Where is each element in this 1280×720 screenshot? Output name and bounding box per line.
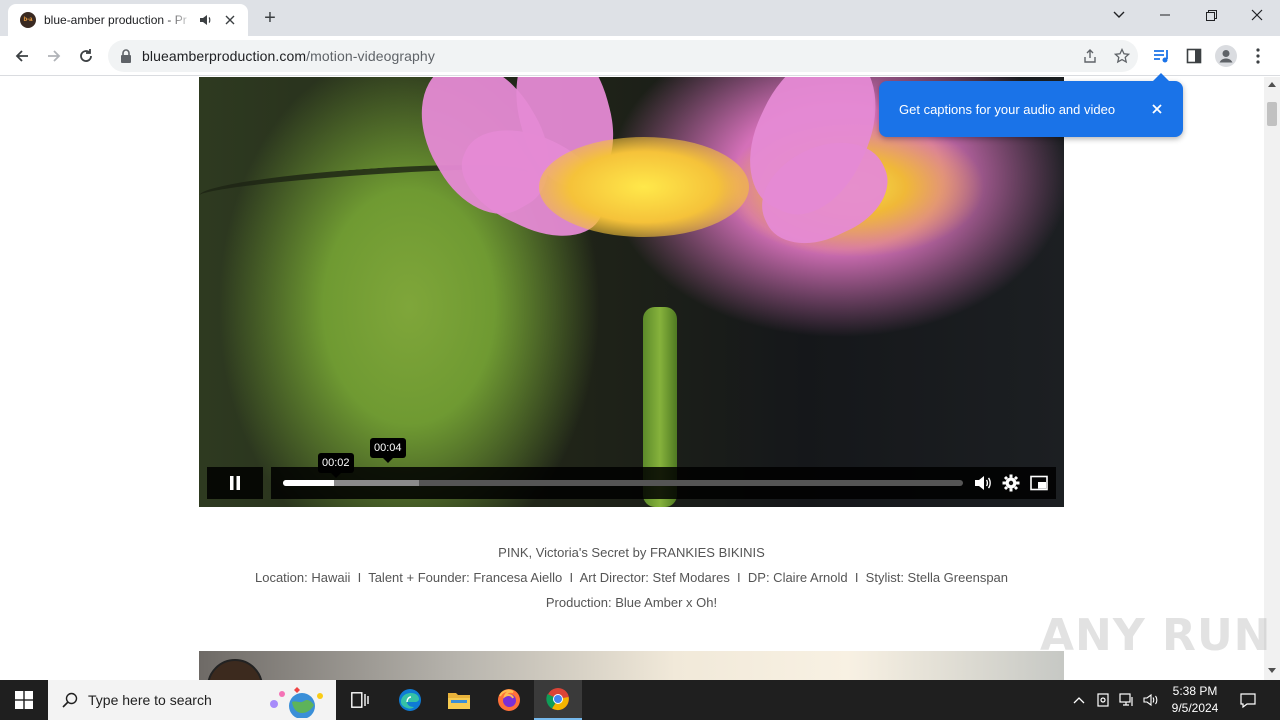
live-caption-icon[interactable]	[1150, 44, 1174, 68]
url-path: /motion-videography	[306, 48, 435, 64]
scroll-down-arrow-icon[interactable]	[1268, 668, 1276, 673]
channel-avatar[interactable]	[207, 659, 263, 680]
close-bubble-icon[interactable]	[1149, 101, 1165, 117]
notifications-icon[interactable]	[1234, 680, 1262, 720]
video-caption-credits: Location: Hawaii I Talent + Founder: Fra…	[254, 570, 1009, 585]
scroll-up-arrow-icon[interactable]	[1268, 82, 1276, 87]
progress-track[interactable]	[283, 480, 963, 486]
pause-button[interactable]	[207, 467, 263, 499]
edge-browser-icon[interactable]	[386, 680, 434, 720]
side-panel-icon[interactable]	[1182, 44, 1206, 68]
lock-icon[interactable]	[120, 49, 132, 63]
current-time-tooltip: 00:04	[370, 438, 406, 463]
search-placeholder: Type here to search	[88, 692, 212, 708]
video-caption-production: Production: Blue Amber x Oh!	[545, 595, 718, 610]
taskbar-search-box[interactable]: Type here to search	[48, 680, 336, 720]
flower-center	[539, 137, 749, 237]
picture-in-picture-icon[interactable]	[1029, 473, 1049, 493]
forward-button[interactable]	[38, 40, 70, 72]
minimize-button[interactable]	[1142, 0, 1188, 30]
windows-taskbar: Type here to search 5:38 PM 9/5/2024	[0, 680, 1280, 720]
video-caption-title: PINK, Victoria's Secret by FRANKIES BIKI…	[498, 545, 765, 560]
start-button[interactable]	[0, 680, 48, 720]
back-button[interactable]	[6, 40, 38, 72]
page-scrollbar[interactable]	[1264, 77, 1280, 680]
network-icon[interactable]	[1116, 680, 1138, 720]
volume-tray-icon[interactable]	[1140, 680, 1162, 720]
control-bar	[271, 467, 1056, 499]
search-icon	[62, 692, 78, 708]
menu-kebab-icon[interactable]	[1246, 44, 1270, 68]
restore-button[interactable]	[1188, 0, 1234, 30]
scroll-thumb[interactable]	[1267, 102, 1277, 126]
chrome-icon[interactable]	[534, 680, 582, 720]
file-explorer-icon[interactable]	[435, 680, 483, 720]
meet-now-icon[interactable]	[1092, 680, 1114, 720]
reload-button[interactable]	[70, 40, 102, 72]
tab-search-icon[interactable]	[1096, 0, 1142, 30]
settings-gear-icon[interactable]	[1001, 473, 1021, 493]
speaker-icon[interactable]	[198, 12, 214, 28]
clock-time: 5:38 PM	[1172, 684, 1218, 698]
taskbar-clock[interactable]: 5:38 PM 9/5/2024	[1164, 683, 1226, 717]
video-player[interactable]: 00:02 00:04	[199, 77, 1064, 507]
bubble-text: Get captions for your audio and video	[899, 101, 1116, 117]
bookmark-star-icon[interactable]	[1114, 48, 1130, 64]
url-text: blueamberproduction.com/motion-videograp…	[142, 48, 435, 64]
search-highlight-icon	[264, 684, 330, 718]
share-icon[interactable]	[1082, 48, 1098, 64]
tab-strip: b-a blue-amber production - Pr +	[0, 0, 1280, 36]
next-video-thumbnail[interactable]	[199, 651, 1064, 680]
close-tab-icon[interactable]	[222, 12, 238, 28]
anyrun-watermark: ANY RUN	[1040, 610, 1272, 661]
new-tab-button[interactable]: +	[258, 6, 282, 30]
url-domain: blueamberproduction.com	[142, 48, 307, 64]
show-hidden-icons-chevron-icon[interactable]	[1068, 680, 1090, 720]
profile-avatar-icon[interactable]	[1214, 44, 1238, 68]
task-view-icon[interactable]	[336, 680, 384, 720]
volume-icon[interactable]	[973, 473, 993, 493]
page-content: 00:02 00:04 PINK, Victoria's Secret by F…	[0, 77, 1264, 680]
site-favicon: b-a	[20, 12, 36, 28]
firefox-icon[interactable]	[485, 680, 533, 720]
tab-title: blue-amber production - Pr	[44, 13, 187, 27]
address-bar[interactable]: blueamberproduction.com/motion-videograp…	[108, 40, 1138, 72]
browser-tab[interactable]: b-a blue-amber production - Pr	[8, 4, 248, 36]
live-caption-promo-bubble: Get captions for your audio and video	[879, 73, 1183, 137]
video-controls	[207, 467, 1056, 499]
clock-date: 9/5/2024	[1171, 701, 1219, 715]
browser-toolbar: blueamberproduction.com/motion-videograp…	[0, 36, 1280, 76]
close-window-button[interactable]	[1234, 0, 1280, 30]
played-bar	[283, 480, 334, 486]
